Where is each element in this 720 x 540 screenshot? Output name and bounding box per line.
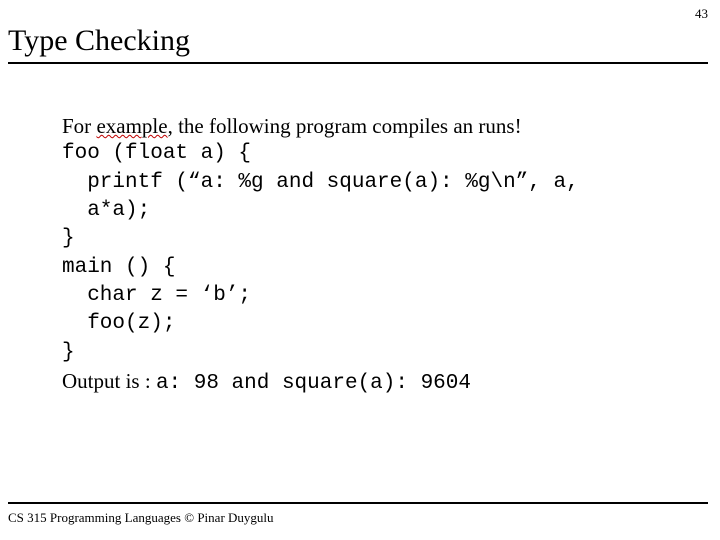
slide-body: For example, the following program compi… xyxy=(0,64,720,398)
code-line: foo(z); xyxy=(62,310,680,338)
intro-line: For example, the following program compi… xyxy=(62,112,680,140)
output-value: a: 98 and square(a): 9604 xyxy=(156,372,471,395)
intro-prefix: For xyxy=(62,114,96,138)
title-block: Type Checking xyxy=(0,0,720,64)
code-line: char z = ‘b’; xyxy=(62,282,680,310)
code-line: a*a); xyxy=(62,197,680,225)
intro-emph: example xyxy=(96,114,167,138)
page-number: 43 xyxy=(695,6,708,22)
code-line: } xyxy=(62,339,680,367)
intro-suffix: , the following program compiles an runs… xyxy=(168,114,522,138)
output-line: Output is : a: 98 and square(a): 9604 xyxy=(62,367,680,398)
code-line: printf (“a: %g and square(a): %g\n”, a, xyxy=(62,169,680,197)
footer-divider xyxy=(8,502,708,504)
code-line: main () { xyxy=(62,254,680,282)
code-line: foo (float a) { xyxy=(62,140,680,168)
slide-title: Type Checking xyxy=(8,24,708,60)
output-label: Output is : xyxy=(62,369,156,393)
footer-text: CS 315 Programming Languages © Pinar Duy… xyxy=(8,510,274,526)
code-line: } xyxy=(62,225,680,253)
